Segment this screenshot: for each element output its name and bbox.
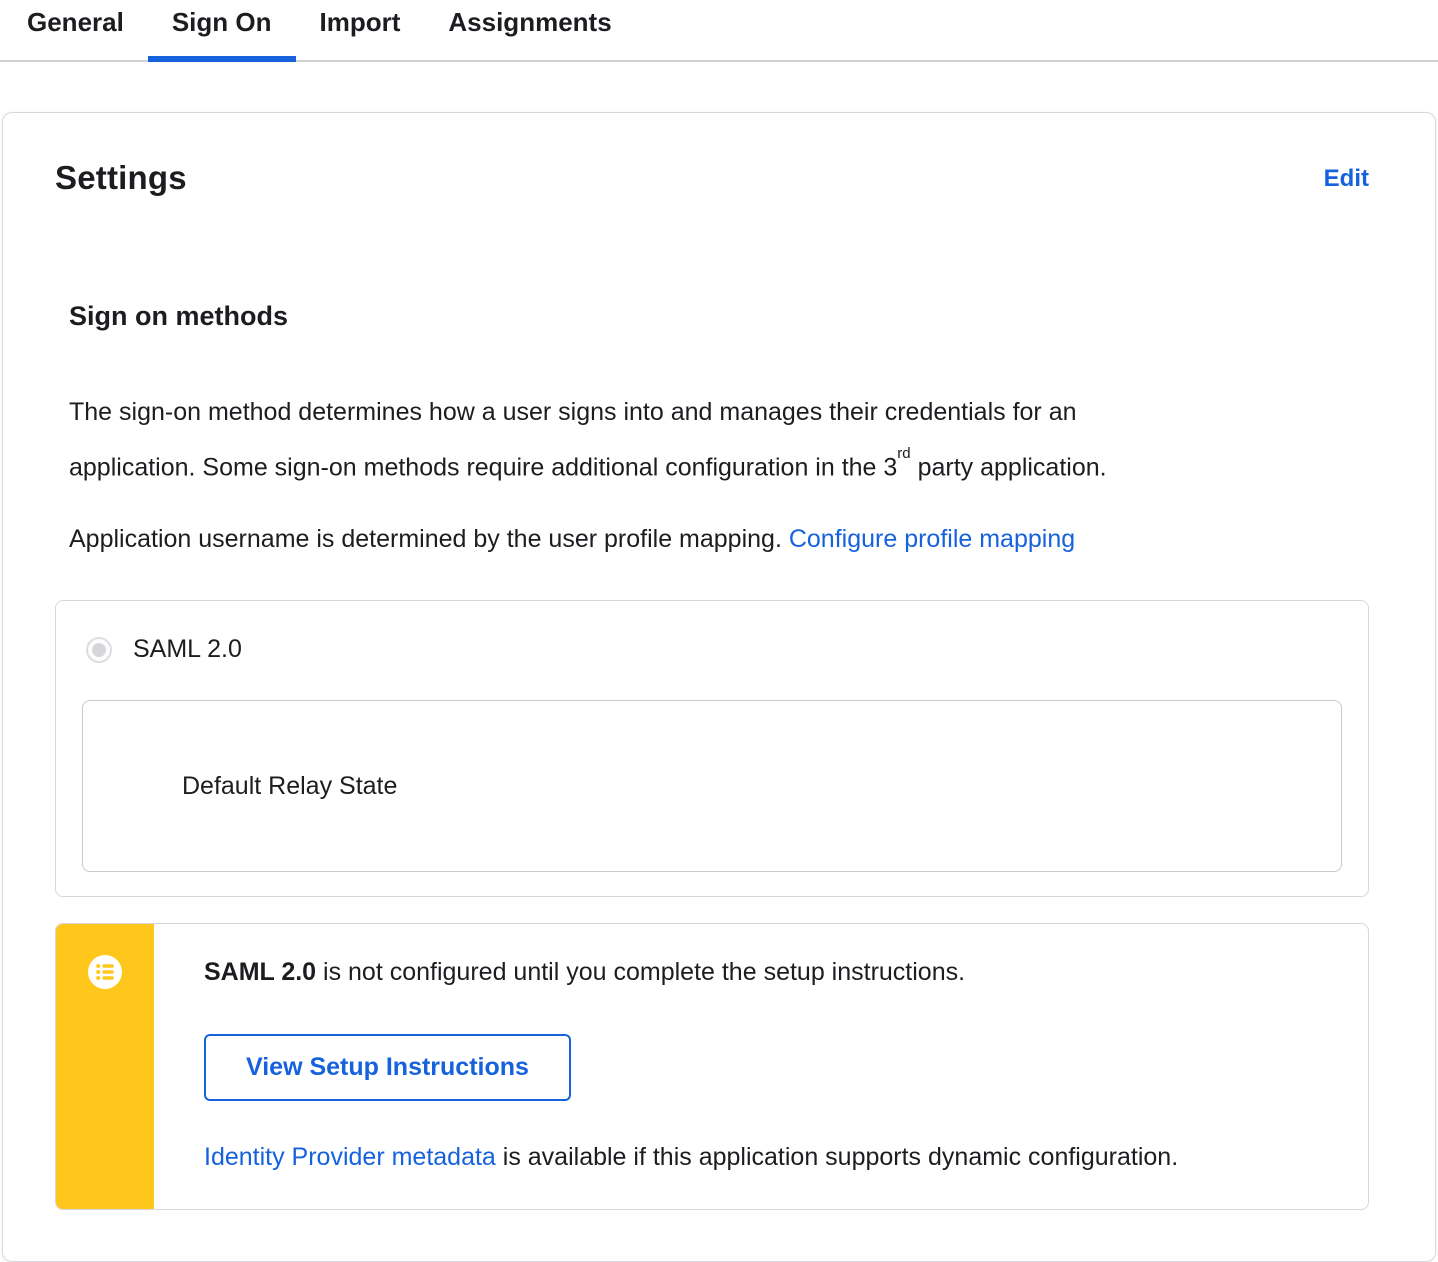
relay-state-label: Default Relay State bbox=[182, 771, 398, 800]
description-text-part2: party application. bbox=[910, 453, 1107, 482]
sign-on-description: The sign-on method determines how a user… bbox=[69, 388, 1189, 492]
list-icon bbox=[88, 955, 122, 994]
configure-profile-mapping-link[interactable]: Configure profile mapping bbox=[789, 525, 1075, 553]
description-ordinal-sup: rd bbox=[897, 444, 911, 462]
settings-card: Settings Edit Sign on methods The sign-o… bbox=[2, 112, 1436, 1262]
profile-mapping-text: Application username is determined by th… bbox=[69, 515, 1369, 564]
username-mapping-text: Application username is determined by th… bbox=[69, 525, 789, 554]
metadata-text: Identity Provider metadata is available … bbox=[204, 1143, 1328, 1172]
tab-assignments[interactable]: Assignments bbox=[424, 0, 635, 60]
tab-bar: General Sign On Import Assignments bbox=[0, 0, 1438, 62]
page-title: Settings bbox=[55, 159, 187, 196]
relay-state-box: Default Relay State bbox=[82, 700, 1342, 873]
callout-message: SAML 2.0 is not configured until you com… bbox=[204, 957, 1328, 987]
saml-radio-button[interactable] bbox=[86, 636, 112, 663]
saml-method-box: SAML 2.0 Default Relay State bbox=[55, 600, 1369, 898]
saml-radio-row: SAML 2.0 bbox=[56, 601, 1368, 664]
edit-link[interactable]: Edit bbox=[1324, 165, 1369, 193]
tab-import[interactable]: Import bbox=[296, 0, 425, 60]
callout-message-bold: SAML 2.0 bbox=[204, 958, 317, 987]
metadata-text-rest: is available if this application support… bbox=[495, 1143, 1179, 1172]
callout-content: SAML 2.0 is not configured until you com… bbox=[154, 924, 1368, 1209]
sign-on-methods-heading: Sign on methods bbox=[69, 301, 288, 331]
tab-sign-on[interactable]: Sign On bbox=[147, 0, 296, 62]
callout-accent-bar bbox=[56, 924, 154, 1210]
setup-callout: SAML 2.0 is not configured until you com… bbox=[55, 923, 1369, 1211]
callout-message-rest: is not configured until you complete the… bbox=[316, 958, 966, 987]
tab-general[interactable]: General bbox=[3, 0, 148, 60]
saml-radio-label: SAML 2.0 bbox=[133, 635, 242, 664]
view-setup-instructions-button[interactable]: View Setup Instructions bbox=[204, 1034, 571, 1102]
card-header: Settings Edit bbox=[55, 159, 1369, 197]
identity-provider-metadata-link[interactable]: Identity Provider metadata bbox=[204, 1143, 496, 1171]
